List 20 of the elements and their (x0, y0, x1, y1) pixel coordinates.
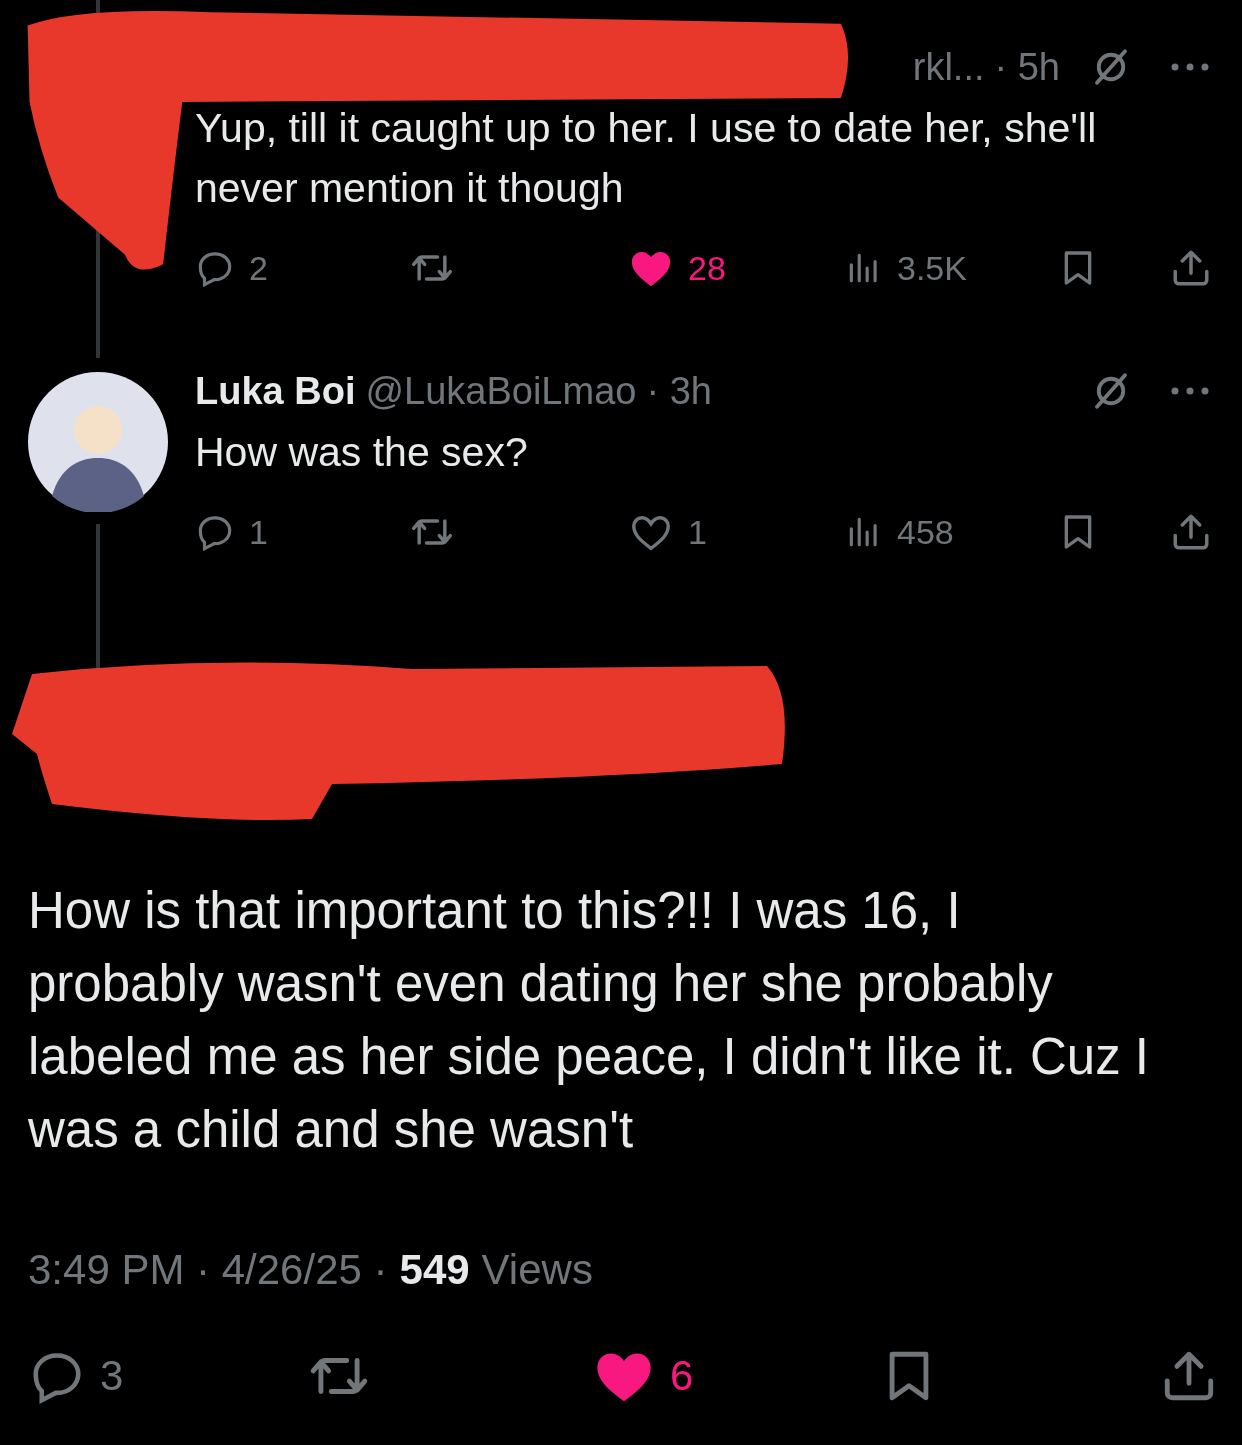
view-count: 549 (399, 1246, 470, 1294)
like-count: 28 (688, 248, 726, 288)
post-timestamp: 3:49 PM · 4/26/25 · (28, 1246, 388, 1294)
reply-count: 1 (249, 512, 268, 552)
user-handle[interactable]: @LukaBoiLmao (365, 366, 637, 416)
avatar-icon[interactable] (27, 372, 168, 512)
view-count: 458 (897, 512, 954, 552)
user-name[interactable]: Luka Boi (195, 366, 356, 416)
post-text: How is that important to this?!! I was 16, I probably wasn't even dating her she probably labeled me as her side peace, I didn't like it. Cuz I was a child and she wasn't (28, 881, 1150, 1160)
post-time: · 3h (646, 369, 712, 414)
reply-count: 2 (249, 248, 268, 288)
views-label: Views (481, 1246, 593, 1294)
reply-text: Yup, till it caught up to her. I use to date her, she'll never mention it though (195, 104, 1098, 213)
view-count: 3.5K (897, 248, 967, 288)
reply-text: How was the sex? (195, 428, 529, 477)
reply-count: 3 (100, 1352, 124, 1400)
like-count: 1 (688, 512, 707, 552)
post-time: · 5h (994, 45, 1060, 90)
like-count: 6 (670, 1352, 694, 1400)
user-handle[interactable]: rkl... (912, 42, 985, 92)
